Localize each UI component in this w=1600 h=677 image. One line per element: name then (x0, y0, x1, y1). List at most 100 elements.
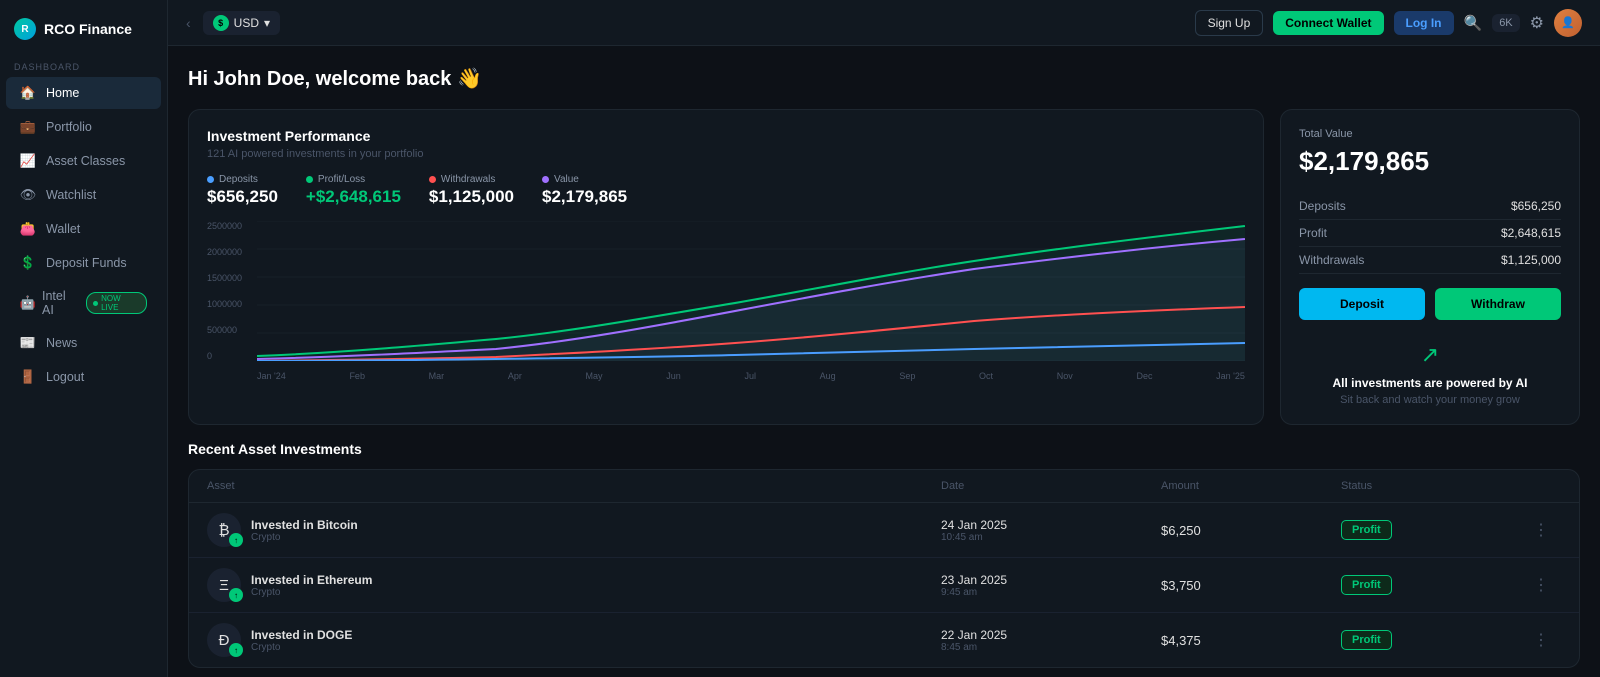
chart-x-labels: Jan '24FebMarAprMayJun JulAugSepOctNovDe… (257, 371, 1245, 381)
header-amount: Amount (1161, 480, 1341, 492)
sidebar-item-watchlist[interactable]: 👁 Watchlist (6, 179, 161, 211)
asset-cell-ethereum: Ξ ↑ Invested in Ethereum Crypto (207, 568, 941, 602)
currency-selector[interactable]: $ USD ▾ (203, 11, 280, 35)
sidebar-item-news[interactable]: 📰 News (6, 327, 161, 359)
withdrawals-dot (429, 176, 436, 183)
bitcoin-more-button[interactable]: ⋮ (1521, 520, 1561, 540)
bitcoin-type: Crypto (251, 532, 358, 543)
ai-trending-icon: ↗ (1421, 342, 1439, 368)
sidebar-item-asset-classes[interactable]: 📈 Asset Classes (6, 145, 161, 177)
metric-withdrawals: Withdrawals $1,125,000 (429, 174, 514, 207)
total-profit-label: Profit (1299, 226, 1327, 240)
intel-ai-icon: 🤖 (20, 295, 36, 311)
total-value-amount: $2,179,865 (1299, 146, 1561, 177)
deposit-button[interactable]: Deposit (1299, 288, 1425, 320)
table-header: Asset Date Amount Status (189, 470, 1579, 503)
action-buttons: Deposit Withdraw (1299, 288, 1561, 320)
total-deposits-value: $656,250 (1511, 199, 1561, 213)
metric-label-value: Value (542, 174, 627, 185)
deposits-dot (207, 176, 214, 183)
sidebar-item-label: Watchlist (46, 188, 96, 202)
ethereum-name: Invested in Ethereum (251, 573, 372, 587)
doge-amount: $4,375 (1161, 633, 1341, 648)
sidebar-item-wallet[interactable]: 👛 Wallet (6, 213, 161, 245)
doge-icon-wrapper: Ð ↑ (207, 623, 241, 657)
ethereum-more-button[interactable]: ⋮ (1521, 575, 1561, 595)
logo-text: RCO Finance (44, 21, 132, 37)
chart-area: 2500000 2000000 1500000 1000000 500000 0 (207, 221, 1245, 381)
dollar-icon: $ (213, 15, 229, 31)
sidebar-item-logout[interactable]: 🚪 Logout (6, 361, 161, 393)
sidebar-item-label: Intel AI (42, 289, 80, 317)
asset-cell-doge: Ð ↑ Invested in DOGE Crypto (207, 623, 941, 657)
chart-y-labels: 2500000 2000000 1500000 1000000 500000 0 (207, 221, 257, 361)
metric-label-withdrawals: Withdrawals (429, 174, 514, 185)
total-withdrawals-label: Withdrawals (1299, 253, 1364, 267)
home-icon: 🏠 (20, 85, 36, 101)
news-icon: 📰 (20, 335, 36, 351)
profit-badge-bitcoin: Profit (1341, 520, 1392, 540)
investment-performance-card: Investment Performance 121 AI powered in… (188, 109, 1264, 425)
doge-date: 22 Jan 2025 8:45 am (941, 628, 1161, 653)
watchlist-icon: 👁 (20, 187, 36, 203)
sidebar-item-home[interactable]: 🏠 Home (6, 77, 161, 109)
ethereum-type: Crypto (251, 587, 372, 598)
asset-classes-icon: 📈 (20, 153, 36, 169)
metric-label-deposits: Deposits (207, 174, 278, 185)
sidebar-item-label: Portfolio (46, 120, 92, 134)
content: Hi John Doe, welcome back 👋 Investment P… (168, 46, 1600, 677)
sidebar-item-label: Wallet (46, 222, 80, 236)
avatar[interactable]: 👤 (1554, 9, 1582, 37)
metric-value-profit: +$2,648,615 (306, 187, 401, 207)
value-dot (542, 176, 549, 183)
doge-more-button[interactable]: ⋮ (1521, 630, 1561, 650)
sidebar: R RCO Finance DASHBOARD 🏠 Home 💼 Portfol… (0, 0, 168, 677)
search-icon[interactable]: 🔍 (1464, 14, 1483, 32)
sidebar-logo[interactable]: R RCO Finance (0, 8, 167, 56)
logo-icon: R (14, 18, 36, 40)
ai-title: All investments are powered by AI (1333, 376, 1528, 390)
metric-value-total: Value $2,179,865 (542, 174, 627, 207)
metric-profit: Profit/Loss +$2,648,615 (306, 174, 401, 207)
wallet-icon: 👛 (20, 221, 36, 237)
withdraw-button[interactable]: Withdraw (1435, 288, 1561, 320)
metric-deposits: Deposits $656,250 (207, 174, 278, 207)
ethereum-badge: ↑ (229, 588, 243, 602)
total-value-label: Total Value (1299, 128, 1561, 140)
currency-label: USD (234, 16, 259, 30)
chevron-down-icon: ▾ (264, 16, 270, 30)
settings-icon[interactable]: ⚙ (1530, 13, 1544, 33)
ethereum-icon-wrapper: Ξ ↑ (207, 568, 241, 602)
header-asset: Asset (207, 480, 941, 492)
deposit-icon: 💲 (20, 255, 36, 271)
ai-section: ↗ All investments are powered by AI Sit … (1299, 334, 1561, 406)
bitcoin-date: 24 Jan 2025 10:45 am (941, 518, 1161, 543)
asset-cell-bitcoin: ₿ ↑ Invested in Bitcoin Crypto (207, 513, 941, 547)
collapse-arrow[interactable]: ‹ (186, 15, 191, 31)
total-value-card: Total Value $2,179,865 Deposits $656,250… (1280, 109, 1580, 425)
doge-type: Crypto (251, 642, 352, 653)
recent-investments-title: Recent Asset Investments (188, 441, 1580, 457)
topbar-actions: Sign Up Connect Wallet Log In 🔍 6K ⚙ 👤 (1195, 9, 1582, 37)
connect-wallet-button[interactable]: Connect Wallet (1273, 11, 1383, 35)
sidebar-item-intel-ai[interactable]: 🤖 Intel AI NOW LIVE (6, 281, 161, 325)
bitcoin-badge: ↑ (229, 533, 243, 547)
bitcoin-name: Invested in Bitcoin (251, 518, 358, 532)
table-row: Ξ ↑ Invested in Ethereum Crypto 23 Jan 2… (189, 558, 1579, 613)
ethereum-amount: $3,750 (1161, 578, 1341, 593)
total-profit-value: $2,648,615 (1501, 226, 1561, 240)
notification-badge[interactable]: 6K (1492, 14, 1519, 32)
profit-dot (306, 176, 313, 183)
sidebar-item-deposit-funds[interactable]: 💲 Deposit Funds (6, 247, 161, 279)
total-deposits-row: Deposits $656,250 (1299, 193, 1561, 220)
doge-badge: ↑ (229, 643, 243, 657)
sidebar-item-portfolio[interactable]: 💼 Portfolio (6, 111, 161, 143)
login-button[interactable]: Log In (1394, 11, 1454, 35)
metrics-row: Deposits $656,250 Profit/Loss +$2,648,61… (207, 174, 1245, 207)
total-withdrawals-value: $1,125,000 (1501, 253, 1561, 267)
portfolio-icon: 💼 (20, 119, 36, 135)
total-profit-row: Profit $2,648,615 (1299, 220, 1561, 247)
signup-button[interactable]: Sign Up (1195, 10, 1264, 36)
total-deposits-label: Deposits (1299, 199, 1346, 213)
ai-subtitle: Sit back and watch your money grow (1340, 394, 1520, 406)
